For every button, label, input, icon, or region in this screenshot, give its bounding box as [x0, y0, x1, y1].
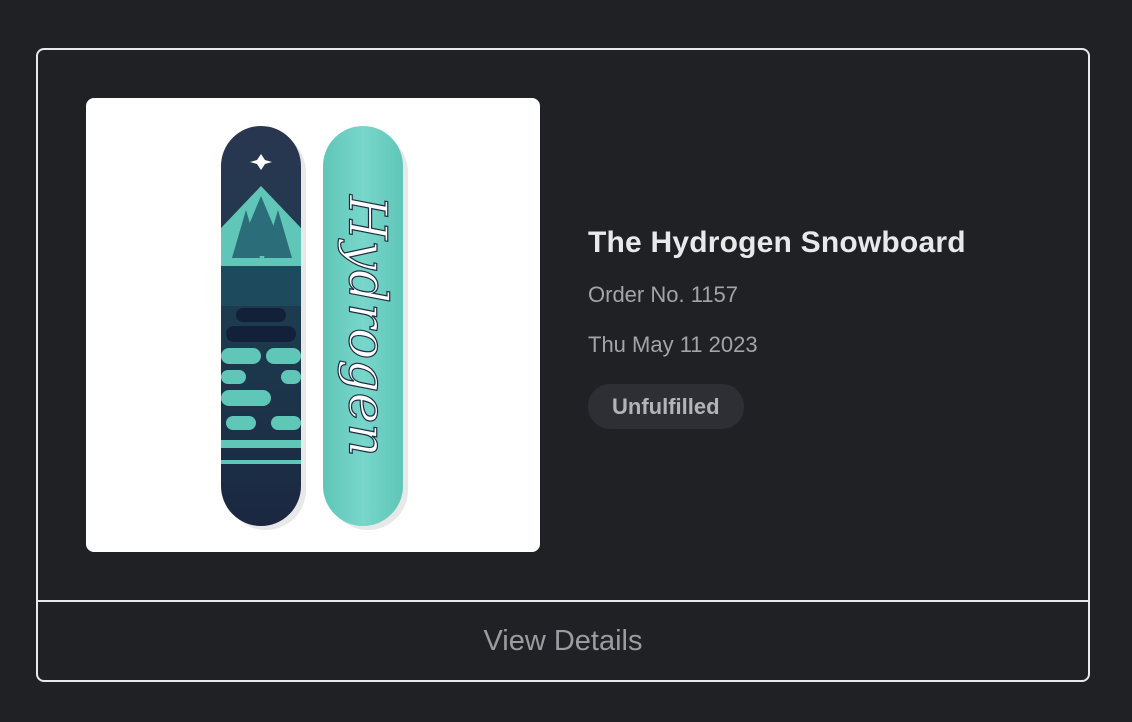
view-details-button[interactable]: View Details: [38, 602, 1088, 680]
board-logo-text: Hydrogen: [337, 194, 397, 457]
status-badge: Unfulfilled: [588, 384, 744, 429]
order-number: Order No. 1157: [588, 282, 739, 307]
order-summary: Hydrogen The Hydrogen Snowboard Order No…: [38, 50, 1088, 602]
snowboard-product-image: Hydrogen: [221, 126, 408, 530]
order-card: Hydrogen The Hydrogen Snowboard Order No…: [36, 48, 1090, 682]
order-date: Thu May 11 2023: [588, 332, 758, 357]
product-image: Hydrogen: [86, 98, 540, 552]
order-info: The Hydrogen Snowboard Order No. 1157 Th…: [588, 226, 966, 429]
product-title: The Hydrogen Snowboard: [588, 226, 966, 259]
